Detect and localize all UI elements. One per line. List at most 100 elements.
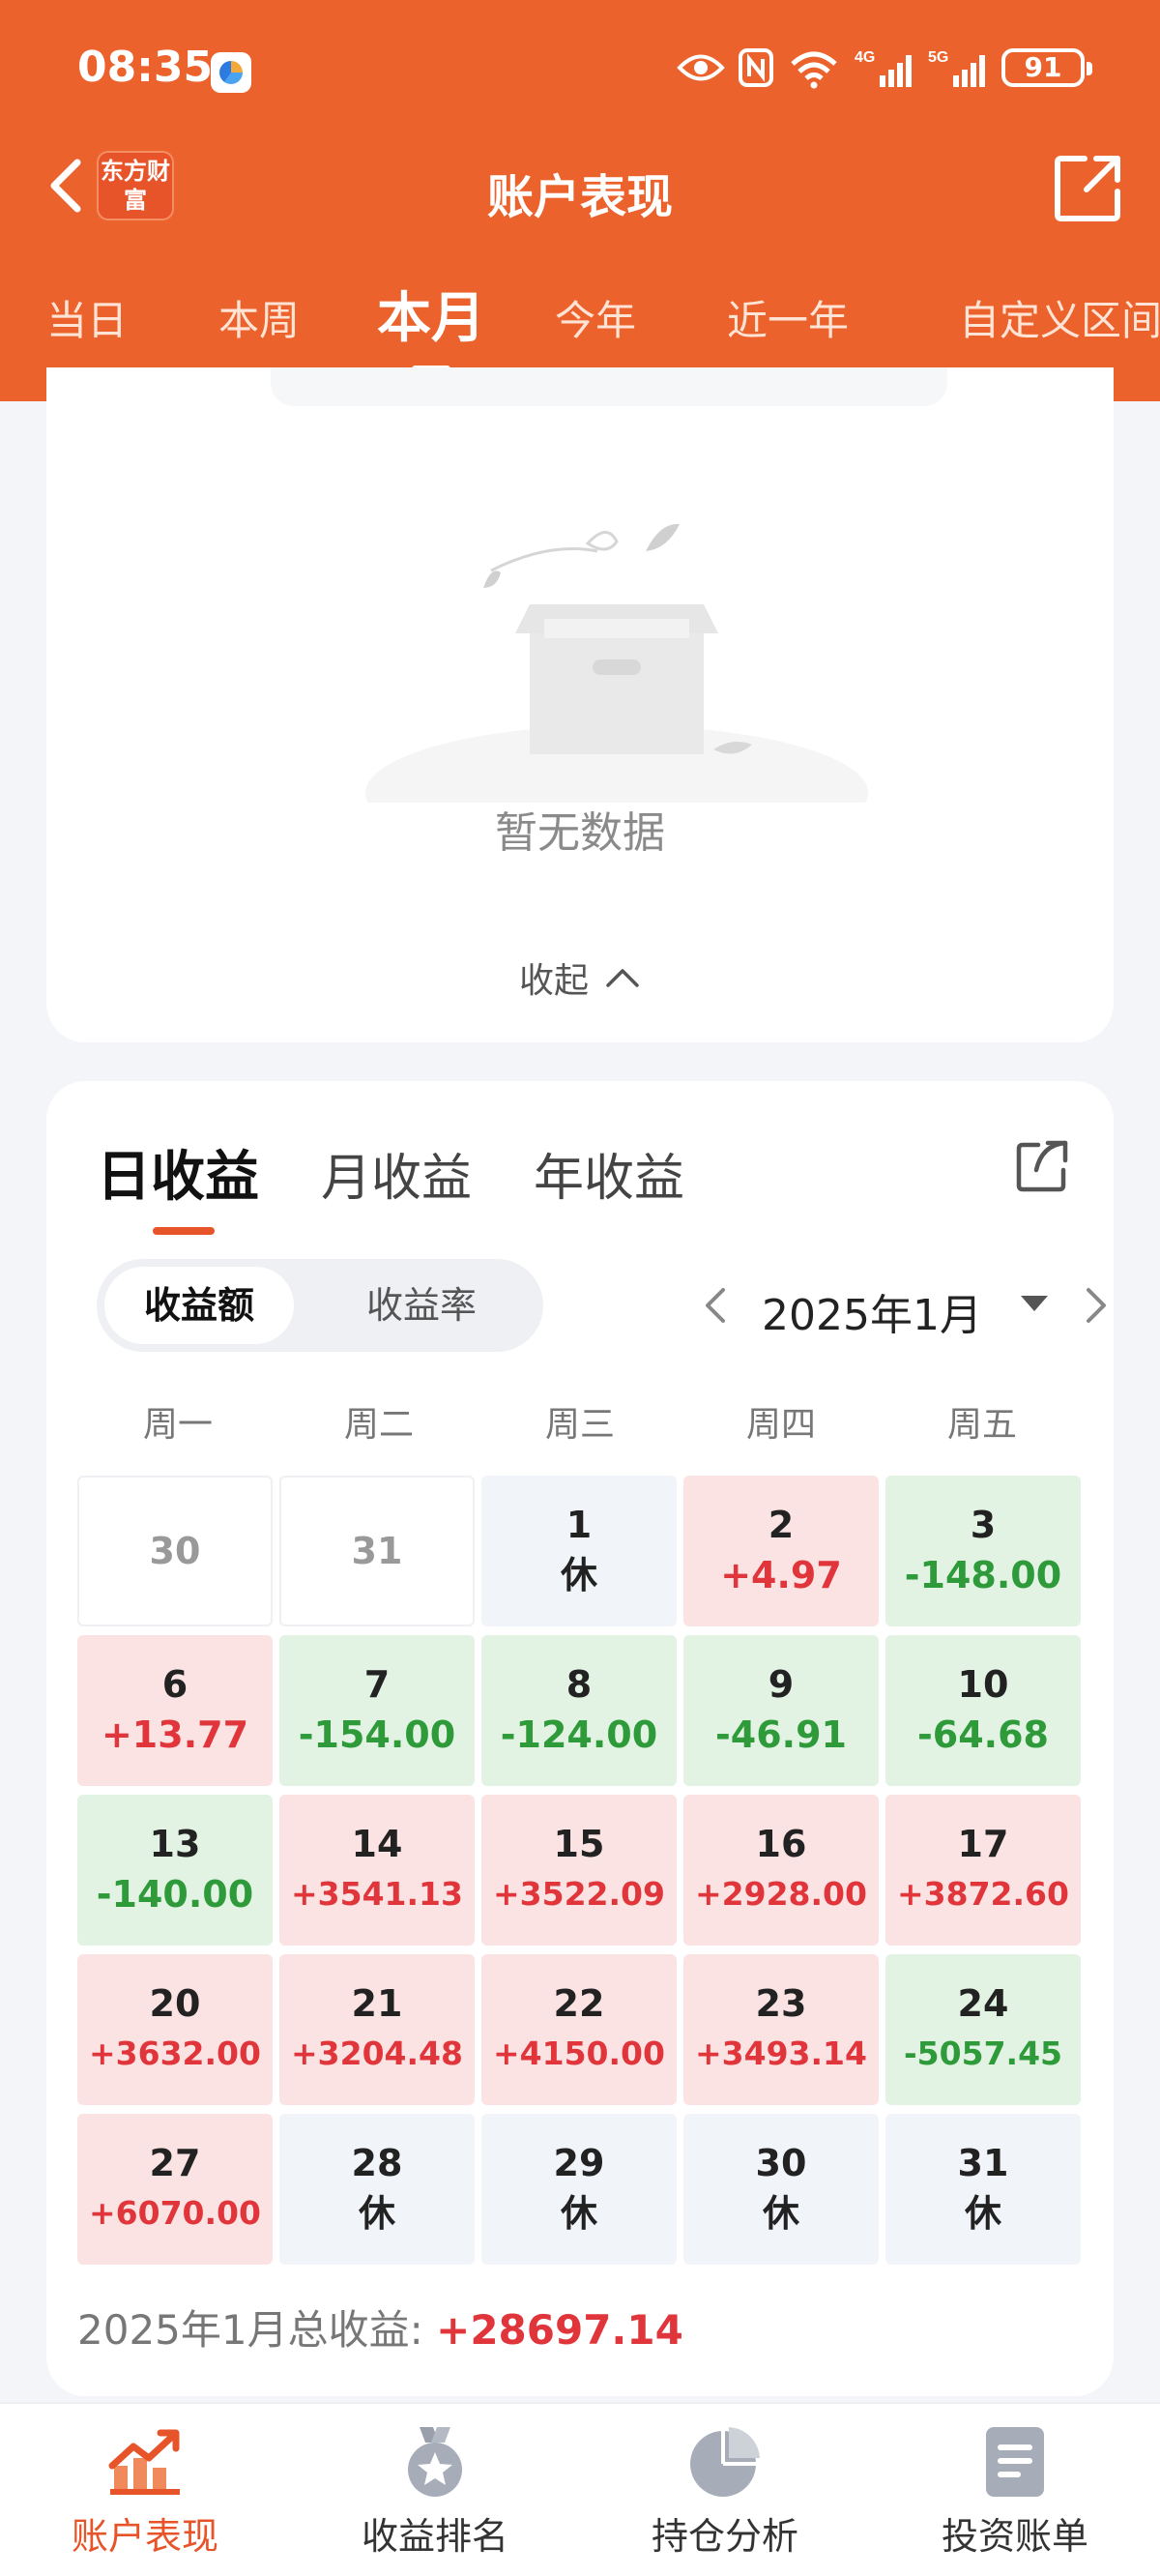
- calendar-day-cell[interactable]: 1休: [481, 1476, 677, 1626]
- day-profit-value: +4.97: [720, 1554, 842, 1596]
- eye-icon: [677, 54, 725, 81]
- calendar-day-cell[interactable]: 29 休: [481, 2114, 677, 2265]
- calendar-day-cell[interactable]: 3 -148.00: [885, 1476, 1081, 1626]
- day-number: 1: [566, 1504, 593, 1546]
- day-number: 15: [553, 1823, 605, 1865]
- signal-5g-icon: 5G: [928, 49, 985, 87]
- calendar-day-cell[interactable]: 31: [279, 1476, 475, 1626]
- day-profit-value: +3541.13: [291, 1875, 463, 1913]
- share-icon: [1016, 1140, 1068, 1192]
- calendar-day-cell[interactable]: 6 +13.77: [77, 1635, 273, 1786]
- chart-card: 暂无数据 收起: [46, 367, 1114, 1042]
- document-icon: [986, 2427, 1044, 2497]
- calendar-grid: 30 31 1 休 2 +4.97 3 -148.00 6 +13.77 7 -154.00 8 -124…: [77, 1476, 1083, 2265]
- calendar-day-cell[interactable]: 13 -140.00: [77, 1795, 273, 1946]
- calendar-day-cell[interactable]: 21 +3204.48: [279, 1954, 475, 2105]
- medal-icon: [408, 2427, 462, 2497]
- day-profit-value: +3632.00: [89, 2034, 261, 2072]
- svg-text:5G: 5G: [928, 49, 948, 66]
- calendar-day-cell[interactable]: 23 +3493.14: [683, 1954, 879, 2105]
- calendar-day-cell[interactable]: 17 +3872.60: [885, 1795, 1081, 1946]
- nav-bar: 东方财富 账户表现: [0, 135, 1160, 242]
- status-bar: 08:35 4G 5G 91: [0, 0, 1160, 135]
- nav-holdings-analysis[interactable]: 持仓分析: [580, 2404, 870, 2576]
- day-number: 31: [957, 2142, 1009, 2184]
- calendar-day-cell[interactable]: 22 +4150.00: [481, 1954, 677, 2105]
- status-icons: 4G 5G 91: [677, 46, 1092, 89]
- day-number: 16: [755, 1823, 807, 1865]
- wifi-icon: [791, 51, 837, 89]
- weekday-label: 周五: [946, 1405, 1017, 1445]
- calendar-day-cell[interactable]: 8 -124.00: [481, 1635, 677, 1786]
- day-profit-value: +13.77: [101, 1713, 249, 1756]
- calendar-day-cell[interactable]: 16 +2928.00: [683, 1795, 879, 1946]
- share-button[interactable]: [1052, 151, 1125, 224]
- tab-today[interactable]: 当日: [46, 288, 128, 347]
- calendar-day-cell[interactable]: 30 休: [683, 2114, 879, 2265]
- calendar-share-button[interactable]: [1013, 1137, 1071, 1195]
- market-closed-label: 休: [964, 2192, 1001, 2235]
- empty-state-text: 暂无数据: [495, 808, 665, 858]
- day-number: 6: [161, 1663, 188, 1706]
- tab-this-year[interactable]: 今年: [555, 288, 636, 347]
- battery-indicator: 91: [1001, 48, 1092, 87]
- calendar-day-cell[interactable]: 27 +6070.00: [77, 2114, 273, 2265]
- day-number: 21: [351, 1982, 403, 2025]
- tab-this-month[interactable]: 本月: [377, 275, 485, 367]
- day-number: 30: [149, 1530, 201, 1572]
- calendar-day-cell[interactable]: 30: [77, 1476, 273, 1626]
- trend-chart-icon: [108, 2429, 180, 2495]
- collapse-button[interactable]: 收起: [46, 952, 1114, 1003]
- pie-chart-icon: [690, 2427, 760, 2497]
- day-number: 7: [363, 1663, 391, 1706]
- collapse-label: 收起: [518, 961, 589, 1001]
- day-profit-value: -148.00: [904, 1554, 1062, 1596]
- calendar-day-cell[interactable]: 15 +3522.09: [481, 1795, 677, 1946]
- day-number: 20: [149, 1982, 201, 2025]
- tab-yearly-profit[interactable]: 年收益: [534, 1137, 684, 1210]
- profit-calendar-card: 日收益 月收益 年收益 收益额 收益率 2025年1月 周一 周二 周三 周四 …: [46, 1081, 1114, 2396]
- share-icon: [1055, 156, 1120, 221]
- next-month-button[interactable]: [1071, 1282, 1117, 1329]
- tab-last-year[interactable]: 近一年: [727, 288, 849, 347]
- tab-monthly-profit[interactable]: 月收益: [321, 1137, 472, 1210]
- day-profit-value: -154.00: [298, 1713, 456, 1756]
- market-closed-label: 休: [560, 1554, 597, 1596]
- calendar-day-cell[interactable]: 14 +3541.13: [279, 1795, 475, 1946]
- market-closed-label: 休: [560, 2192, 597, 2235]
- day-number: 9: [768, 1663, 795, 1706]
- nav-profit-ranking[interactable]: 收益排名: [290, 2404, 580, 2576]
- calendar-day-cell[interactable]: 24 -5057.45: [885, 1954, 1081, 2105]
- page-title: 账户表现: [486, 170, 673, 224]
- toggle-profit-amount[interactable]: 收益额: [104, 1267, 294, 1344]
- month-selector: 2025年1月: [646, 1259, 1110, 1352]
- month-total-label: 2025年1月总收益:: [77, 2306, 423, 2354]
- day-number: 30: [755, 2142, 807, 2184]
- dropdown-caret-icon[interactable]: [1021, 1296, 1048, 1311]
- market-closed-label: 休: [358, 2192, 395, 2235]
- range-tabs: 当日 本周 本月 今年 近一年 自定义区间: [0, 271, 1160, 367]
- calendar-day-cell[interactable]: 28 休: [279, 2114, 475, 2265]
- calendar-day-cell[interactable]: 31 休: [885, 2114, 1081, 2265]
- tab-this-week[interactable]: 本周: [218, 288, 300, 347]
- calendar-day-cell[interactable]: 9 -46.91: [683, 1635, 879, 1786]
- day-profit-value: -140.00: [96, 1873, 254, 1916]
- tab-daily-profit[interactable]: 日收益: [97, 1133, 259, 1235]
- day-number: 10: [957, 1663, 1009, 1706]
- calendar-day-cell[interactable]: 10 -64.68: [885, 1635, 1081, 1786]
- prev-month-button[interactable]: [694, 1282, 740, 1329]
- tab-custom-range[interactable]: 自定义区间: [959, 288, 1160, 347]
- status-time: 08:35: [77, 43, 214, 92]
- nav-investment-bill[interactable]: 投资账单: [870, 2404, 1160, 2576]
- toggle-profit-rate[interactable]: 收益率: [327, 1267, 516, 1344]
- day-number: 28: [351, 2142, 403, 2184]
- profit-period-tabs: 日收益 月收益 年收益: [97, 1133, 684, 1235]
- calendar-day-cell[interactable]: 20 +3632.00: [77, 1954, 273, 2105]
- current-month[interactable]: 2025年1月: [762, 1280, 982, 1342]
- day-profit-value: -64.68: [917, 1713, 1049, 1756]
- day-profit-value: +6070.00: [89, 2194, 261, 2232]
- nfc-icon: [739, 48, 773, 87]
- calendar-day-cell[interactable]: 7 -154.00: [279, 1635, 475, 1786]
- nav-account-performance[interactable]: 账户表现: [0, 2404, 290, 2576]
- calendar-day-cell[interactable]: 2 +4.97: [683, 1476, 879, 1626]
